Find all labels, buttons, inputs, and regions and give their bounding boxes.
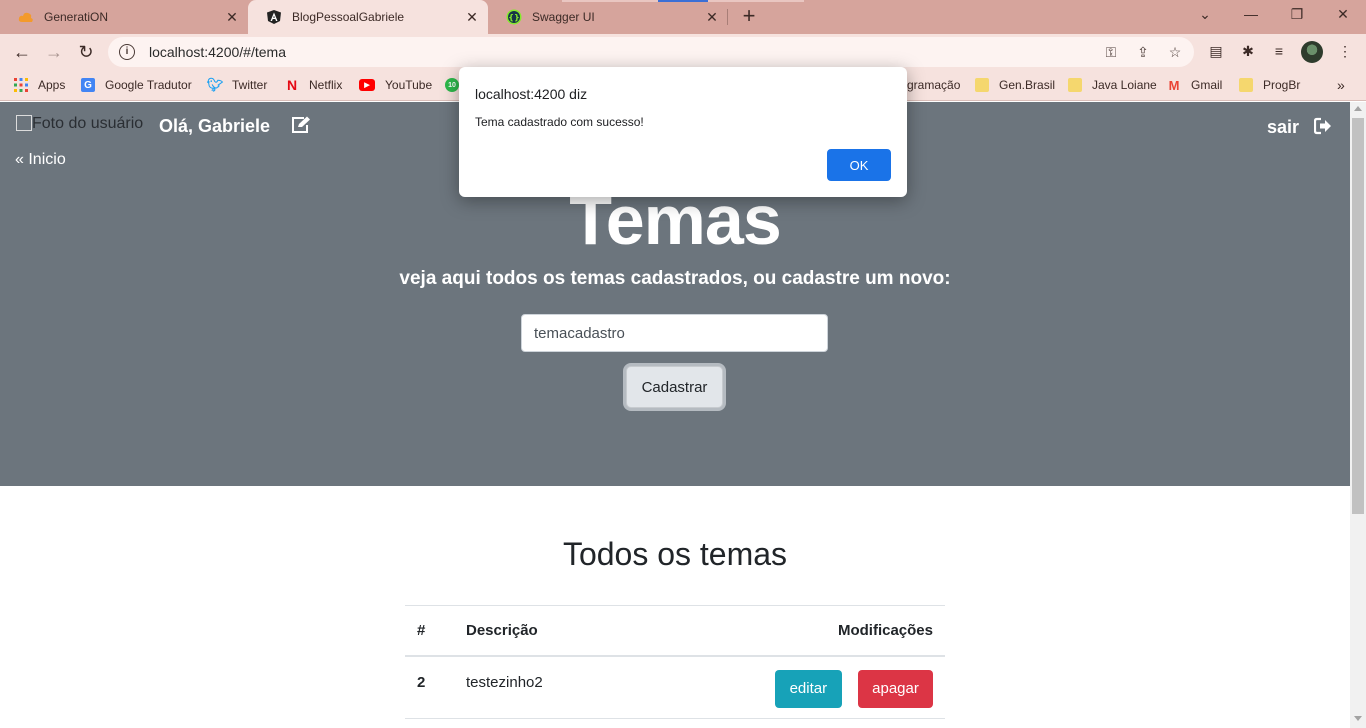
cloud-icon — [18, 9, 34, 25]
tema-description-input[interactable] — [521, 314, 828, 352]
back-arrow-icon[interactable]: ← — [10, 40, 34, 64]
home-link[interactable]: « Inicio — [15, 151, 66, 169]
bookmark-gmail[interactable]: M Gmail — [1167, 76, 1223, 94]
cell-id: 2 — [405, 655, 454, 719]
close-icon[interactable]: ✕ — [222, 9, 242, 26]
swagger-icon: {} — [506, 9, 522, 25]
cell-descricao: testezinho2 — [454, 655, 629, 719]
bookmark-label: gramação — [907, 78, 961, 92]
close-icon[interactable]: ✕ — [702, 9, 722, 26]
table-row: 2 testezinho2 editar apagar — [405, 655, 945, 719]
greeting: Olá, Gabriele — [159, 116, 271, 136]
info-icon[interactable]: i — [119, 44, 135, 60]
bookmark-gen-brasil[interactable]: Gen.Brasil — [975, 76, 1055, 94]
page-subtitle: veja aqui todos os temas cadastrados, ou… — [399, 268, 951, 289]
bookmark-label: ProgBr — [1263, 78, 1301, 92]
forward-arrow-icon[interactable]: → — [42, 40, 66, 64]
dialog-title: localhost:4200 diz — [475, 86, 588, 102]
broken-image-icon — [16, 115, 32, 131]
bookmark-apps[interactable]: Apps — [14, 76, 65, 94]
dialog-ok-button[interactable]: OK — [827, 149, 891, 181]
scroll-down-arrow-icon[interactable] — [1354, 716, 1362, 721]
tab-swagger[interactable]: {} Swagger UI ✕ — [488, 0, 728, 34]
netflix-icon: N — [286, 77, 298, 93]
chevron-down-icon[interactable]: ⌄ — [1193, 6, 1217, 26]
bookmark-programacao[interactable]: gramação — [907, 76, 960, 94]
section-title: Todos os temas — [562, 536, 788, 572]
google-translate-icon: G — [81, 78, 95, 92]
user-photo: Foto do usuário — [16, 115, 143, 133]
bookmark-twitter[interactable]: 🐦︎ Twitter — [206, 76, 268, 94]
sign-out-icon[interactable] — [1313, 117, 1332, 140]
bookmark-label: Netflix — [309, 78, 343, 92]
bookmark-youtube[interactable]: ▶ YouTube — [359, 76, 432, 94]
more-bookmarks-button[interactable]: » — [1337, 76, 1345, 94]
bookmark-label: Java Loiane — [1092, 78, 1157, 92]
scroll-up-arrow-icon[interactable] — [1354, 106, 1362, 111]
tab-blogpessoal[interactable]: BlogPessoalGabriele ✕ — [248, 0, 488, 34]
media-icon[interactable]: ▤ — [1207, 43, 1225, 61]
tab-generation[interactable]: GeneratiON ✕ — [0, 0, 248, 34]
delete-button[interactable]: apagar — [858, 669, 933, 708]
close-icon[interactable]: ✕ — [462, 9, 482, 26]
edit-profile-icon[interactable] — [291, 116, 311, 139]
extensions-icon[interactable]: ✱ — [1239, 43, 1257, 61]
twitter-icon: 🐦︎ — [206, 77, 224, 92]
address-bar[interactable]: i localhost:4200/#/tema ⚿ ⇪ ☆ — [108, 37, 1194, 67]
reload-icon[interactable]: ↻ — [74, 40, 98, 64]
tab-title: GeneratiON — [44, 10, 109, 24]
table-header-row: # Descrição Modificações — [405, 605, 945, 657]
browser-tab-strip: GeneratiON ✕ BlogPessoalGabriele ✕ {} Sw… — [0, 0, 1366, 34]
bookmark-label: Gmail — [1191, 78, 1223, 92]
bookmark-label: Gen.Brasil — [999, 78, 1056, 92]
restore-icon[interactable]: ❐ — [1285, 6, 1309, 26]
temas-table: # Descrição Modificações 2 testezinho2 e… — [405, 605, 945, 719]
tab-title: Swagger UI — [532, 10, 595, 24]
bookmark-google-tradutor[interactable]: G Google Tradutor — [81, 76, 192, 94]
logout-link[interactable]: sair — [1267, 117, 1299, 138]
column-header-descricao: Descrição — [454, 605, 629, 657]
alert-dialog: localhost:4200 diz Tema cadastrado com s… — [459, 67, 907, 197]
scrollbar-thumb[interactable] — [1352, 118, 1364, 514]
column-header-id: # — [405, 605, 454, 657]
cadastrar-button[interactable]: Cadastrar — [626, 366, 723, 408]
folder-icon — [1068, 78, 1082, 92]
bookmark-java-loiane[interactable]: Java Loiane — [1068, 76, 1157, 94]
user-photo-alt: Foto do usuário — [32, 115, 144, 132]
cell-modificacoes: editar apagar — [628, 655, 945, 719]
folder-icon — [975, 78, 989, 92]
address-url[interactable]: localhost:4200/#/tema — [149, 44, 286, 60]
menu-kebab-icon[interactable]: ⋮ — [1336, 43, 1354, 61]
bookmark-progbr[interactable]: ProgBr — [1239, 76, 1300, 94]
new-tab-button[interactable]: + — [738, 5, 760, 27]
tab-separator — [727, 9, 728, 25]
bookmark-label: Twitter — [232, 78, 268, 92]
browser-toolbar: ← → ↻ i localhost:4200/#/tema ⚿ ⇪ ☆ ▤ ✱ … — [0, 34, 1366, 70]
folder-icon — [1239, 78, 1253, 92]
bookmark-label: Apps — [38, 78, 66, 92]
reading-list-icon[interactable]: ≡ — [1270, 43, 1288, 61]
page-scrollbar[interactable] — [1350, 102, 1366, 728]
gmail-icon: M — [1168, 77, 1180, 93]
window-close-icon[interactable]: ✕ — [1331, 6, 1355, 26]
double-chevron-left-icon: « — [15, 151, 24, 168]
bookmark-label: YouTube — [385, 78, 433, 92]
apps-grid-icon — [14, 78, 28, 92]
bookmark-label: Google Tradutor — [105, 78, 192, 92]
column-header-modificacoes: Modificações — [628, 605, 945, 657]
svg-text:{}: {} — [508, 13, 519, 22]
home-link-label: Inicio — [28, 151, 66, 168]
share-icon[interactable]: ⇪ — [1134, 44, 1152, 62]
bookmark-star-icon[interactable]: ☆ — [1166, 44, 1184, 62]
key-icon[interactable]: ⚿ — [1102, 44, 1120, 62]
youtube-icon: ▶ — [359, 79, 375, 91]
edit-button[interactable]: editar — [774, 669, 842, 708]
minimize-icon[interactable]: — — [1239, 6, 1263, 26]
dialog-message: Tema cadastrado com sucesso! — [475, 115, 644, 129]
angular-icon — [266, 9, 282, 25]
profile-avatar[interactable] — [1301, 41, 1323, 63]
bookmark-netflix[interactable]: N Netflix — [285, 76, 342, 94]
whatsapp-icon: 10 — [445, 78, 459, 92]
tab-title: BlogPessoalGabriele — [292, 10, 405, 24]
